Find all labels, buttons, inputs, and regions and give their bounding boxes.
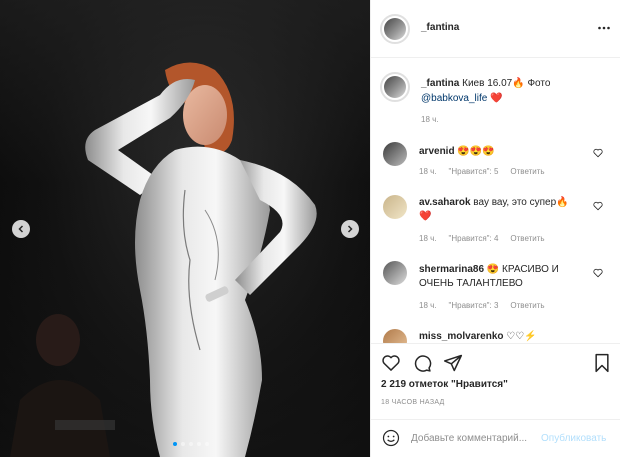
more-horizontal-icon[interactable] — [597, 21, 611, 35]
post-actions: 2 219 отметок "Нравится" 18 ЧАСОВ НАЗАД — [371, 343, 620, 413]
comment: av.saharok вау вау, это супер🔥 ❤️ — [419, 196, 591, 224]
caption: _fantina Киев 16.07🔥 Фото @babkova_life … — [421, 76, 611, 106]
comment-text: вау вау, это супер — [473, 197, 557, 208]
comment-time: 18 ч. — [419, 234, 437, 243]
comment-username[interactable]: arvenid — [419, 146, 455, 157]
heart-outline-icon[interactable] — [593, 268, 603, 278]
bookmark-icon[interactable] — [593, 353, 611, 373]
caption-username[interactable]: _fantina — [421, 78, 459, 89]
comment: miss_molvarenko ♡♡⚡ — [419, 330, 591, 343]
commenter-avatar[interactable] — [383, 329, 407, 343]
comment-text: 😍😍😍 — [457, 146, 495, 157]
post-header: _fantina — [371, 0, 620, 58]
comment-meta: 18 ч. "Нравится": 5 Ответить — [419, 167, 557, 176]
caption-photo-label: Фото — [527, 78, 551, 89]
reply-button[interactable]: Ответить — [510, 301, 544, 310]
commenter-avatar[interactable] — [383, 195, 407, 219]
caption-avatar[interactable] — [380, 72, 410, 102]
add-comment-bar: Опубликовать — [371, 419, 620, 457]
comment-icon[interactable] — [412, 353, 432, 373]
heart-icon[interactable] — [381, 353, 401, 373]
comments-list[interactable]: _fantina Киев 16.07🔥 Фото @babkova_life … — [371, 59, 620, 343]
fire-emoji: 🔥 — [556, 197, 569, 208]
performer-illustration — [10, 62, 317, 457]
comment-username[interactable]: av.saharok — [419, 197, 471, 208]
publish-button[interactable]: Опубликовать — [541, 433, 606, 444]
comment-meta: 18 ч. "Нравится": 4 Ответить — [419, 234, 557, 243]
comment-likes[interactable]: "Нравится": 4 — [449, 234, 499, 243]
carousel-dot — [189, 442, 193, 446]
post-timestamp: 18 ЧАСОВ НАЗАД — [381, 399, 445, 406]
comment: shermarina86 😍 КРАСИВО И ОЧЕНЬ ТАЛАНТЛЕВ… — [419, 263, 591, 291]
carousel-dot — [197, 442, 201, 446]
author-avatar[interactable] — [380, 14, 410, 44]
chevron-right-icon — [347, 225, 353, 233]
add-comment-input[interactable] — [411, 433, 541, 444]
carousel-dot — [181, 442, 185, 446]
comment-meta: 18 ч. "Нравится": 3 Ответить — [419, 301, 557, 310]
heart-emoji: ❤️ — [419, 211, 432, 222]
author-username[interactable]: _fantina — [421, 22, 459, 33]
comment-username[interactable]: shermarina86 — [419, 264, 484, 275]
post-photo[interactable] — [0, 0, 370, 457]
likes-count[interactable]: 2 219 отметок "Нравится" — [381, 379, 508, 390]
heart-outline-icon[interactable] — [593, 201, 603, 211]
comment-time: 18 ч. — [419, 167, 437, 176]
carousel-next-button[interactable] — [341, 220, 359, 238]
share-icon[interactable] — [443, 353, 463, 373]
heart-outline-icon[interactable] — [593, 148, 603, 158]
comment-text: ♡♡⚡ — [506, 331, 537, 342]
comment-username[interactable]: miss_molvarenko — [419, 331, 504, 342]
heart-emoji: ❤️ — [490, 93, 503, 104]
reply-button[interactable]: Ответить — [510, 234, 544, 243]
caption-mention-link[interactable]: @babkova_life — [421, 93, 487, 104]
fire-emoji: 🔥 — [512, 78, 525, 89]
comment-likes[interactable]: "Нравится": 5 — [449, 167, 499, 176]
carousel-dot — [173, 442, 177, 446]
caption-time: 18 ч. — [421, 115, 439, 124]
comment-time: 18 ч. — [419, 301, 437, 310]
emoji-icon[interactable] — [382, 429, 400, 447]
post-sidebar: _fantina _fantina Киев 16.07🔥 Фото @babk… — [370, 0, 620, 457]
instagram-post: _fantina _fantina Киев 16.07🔥 Фото @babk… — [0, 0, 620, 457]
reply-button[interactable]: Ответить — [510, 167, 544, 176]
commenter-avatar[interactable] — [383, 142, 407, 166]
carousel-dots — [173, 442, 209, 446]
caption-text: Киев 16.07 — [462, 78, 513, 89]
chevron-left-icon — [18, 225, 24, 233]
carousel-dot — [205, 442, 209, 446]
commenter-avatar[interactable] — [383, 261, 407, 285]
carousel-prev-button[interactable] — [12, 220, 30, 238]
comment-likes[interactable]: "Нравится": 3 — [449, 301, 499, 310]
comment: arvenid 😍😍😍 — [419, 145, 591, 159]
